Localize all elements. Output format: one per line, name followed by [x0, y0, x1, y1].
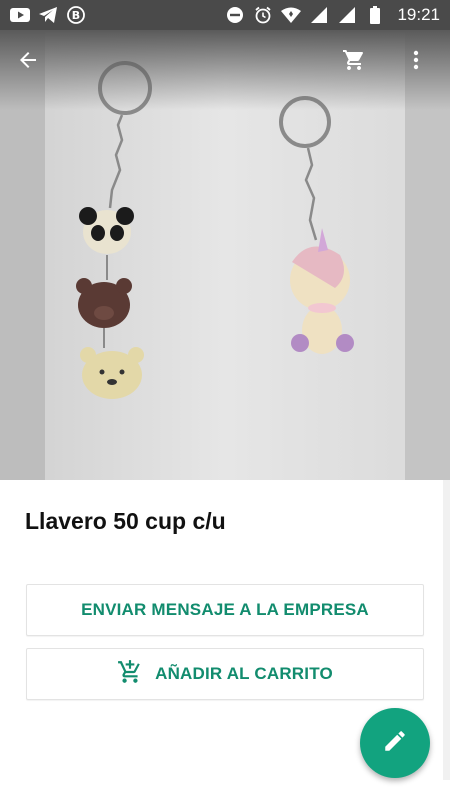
- edit-fab[interactable]: [360, 708, 430, 778]
- signal-icon: [309, 5, 329, 25]
- cart-button[interactable]: [342, 48, 378, 84]
- b-circle-icon: B: [66, 5, 86, 25]
- alarm-icon: [253, 5, 273, 25]
- add-to-cart-label: AÑADIR AL CARRITO: [155, 664, 333, 683]
- youtube-icon: [10, 5, 30, 25]
- telegram-icon: [38, 5, 58, 25]
- scroll-edge: [443, 480, 450, 780]
- battery-icon: [365, 5, 385, 25]
- add-cart-icon: [117, 659, 143, 690]
- dnd-icon: [225, 5, 245, 25]
- status-bar: B 19:21: [0, 0, 450, 30]
- product-photo[interactable]: [0, 30, 450, 480]
- product-title: Llavero 50 cup c/u: [25, 508, 226, 534]
- send-message-label: ENVIAR MENSAJE A LA EMPRESA: [81, 600, 369, 619]
- more-options-button[interactable]: [404, 48, 440, 84]
- back-button[interactable]: [16, 48, 52, 84]
- status-time: 19:21: [397, 5, 440, 24]
- signal-icon: [337, 5, 357, 25]
- toolbar-shade: [0, 30, 450, 110]
- wifi-icon: [281, 5, 302, 25]
- send-message-button[interactable]: ENVIAR MENSAJE A LA EMPRESA: [26, 584, 424, 636]
- pencil-icon: [382, 728, 408, 759]
- add-to-cart-button[interactable]: AÑADIR AL CARRITO: [26, 648, 424, 700]
- svg-text:B: B: [72, 9, 80, 22]
